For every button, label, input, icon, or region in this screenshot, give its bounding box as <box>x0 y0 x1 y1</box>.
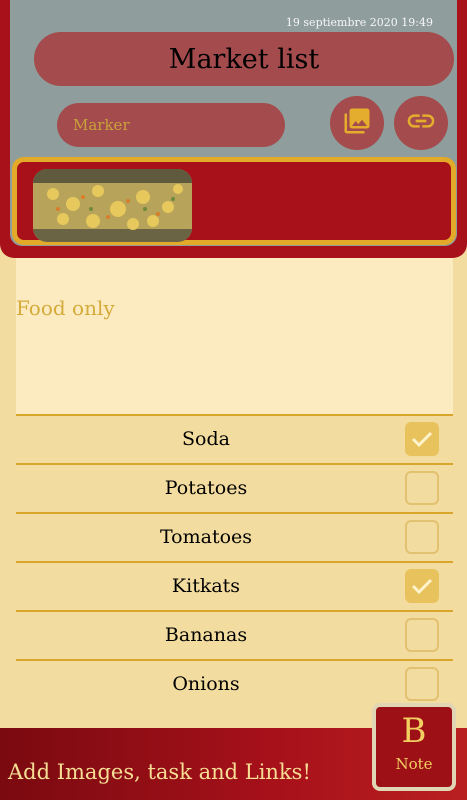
item-checkbox[interactable] <box>405 471 439 505</box>
image-icon <box>342 106 372 140</box>
list-item: Onions <box>16 659 453 708</box>
food-image-thumbnail[interactable] <box>33 169 192 242</box>
link-icon <box>405 105 437 141</box>
item-label: Kitkats <box>171 575 241 597</box>
item-checkbox[interactable] <box>405 422 439 456</box>
note-timestamp: 19 septiembre 2020 19:49 <box>285 16 433 29</box>
item-checkbox[interactable] <box>405 520 439 554</box>
add-link-button[interactable] <box>394 96 448 150</box>
list-item: Bananas <box>16 610 453 659</box>
item-checkbox[interactable] <box>405 667 439 701</box>
note-title[interactable]: Market list <box>34 32 454 86</box>
add-image-button[interactable] <box>330 96 384 150</box>
app-logo: B Note <box>372 703 456 791</box>
item-label: Onions <box>172 673 240 695</box>
item-checkbox[interactable] <box>405 618 439 652</box>
note-text: Food only <box>16 296 115 320</box>
note-body[interactable]: Food only <box>16 258 453 414</box>
item-label: Tomatoes <box>159 526 253 548</box>
marker-input[interactable]: Marker <box>57 103 285 147</box>
item-checkbox[interactable] <box>405 569 439 603</box>
list-item: Kitkats <box>16 561 453 610</box>
note-header: 19 septiembre 2020 19:49 Market list Mar… <box>0 0 467 258</box>
list-item: Potatoes <box>16 463 453 512</box>
promo-text: Add Images, task and Links! <box>8 760 311 784</box>
item-label: Bananas <box>164 624 248 646</box>
item-label: Soda <box>182 428 230 450</box>
logo-note-label: Note <box>395 755 433 773</box>
item-label: Potatoes <box>164 477 248 499</box>
attached-images-bar <box>12 157 456 245</box>
checklist: Soda Potatoes Tomatoes Kitkats Bananas O… <box>16 414 453 708</box>
list-item: Soda <box>16 414 453 463</box>
logo-letter: B <box>401 711 427 751</box>
list-item: Tomatoes <box>16 512 453 561</box>
